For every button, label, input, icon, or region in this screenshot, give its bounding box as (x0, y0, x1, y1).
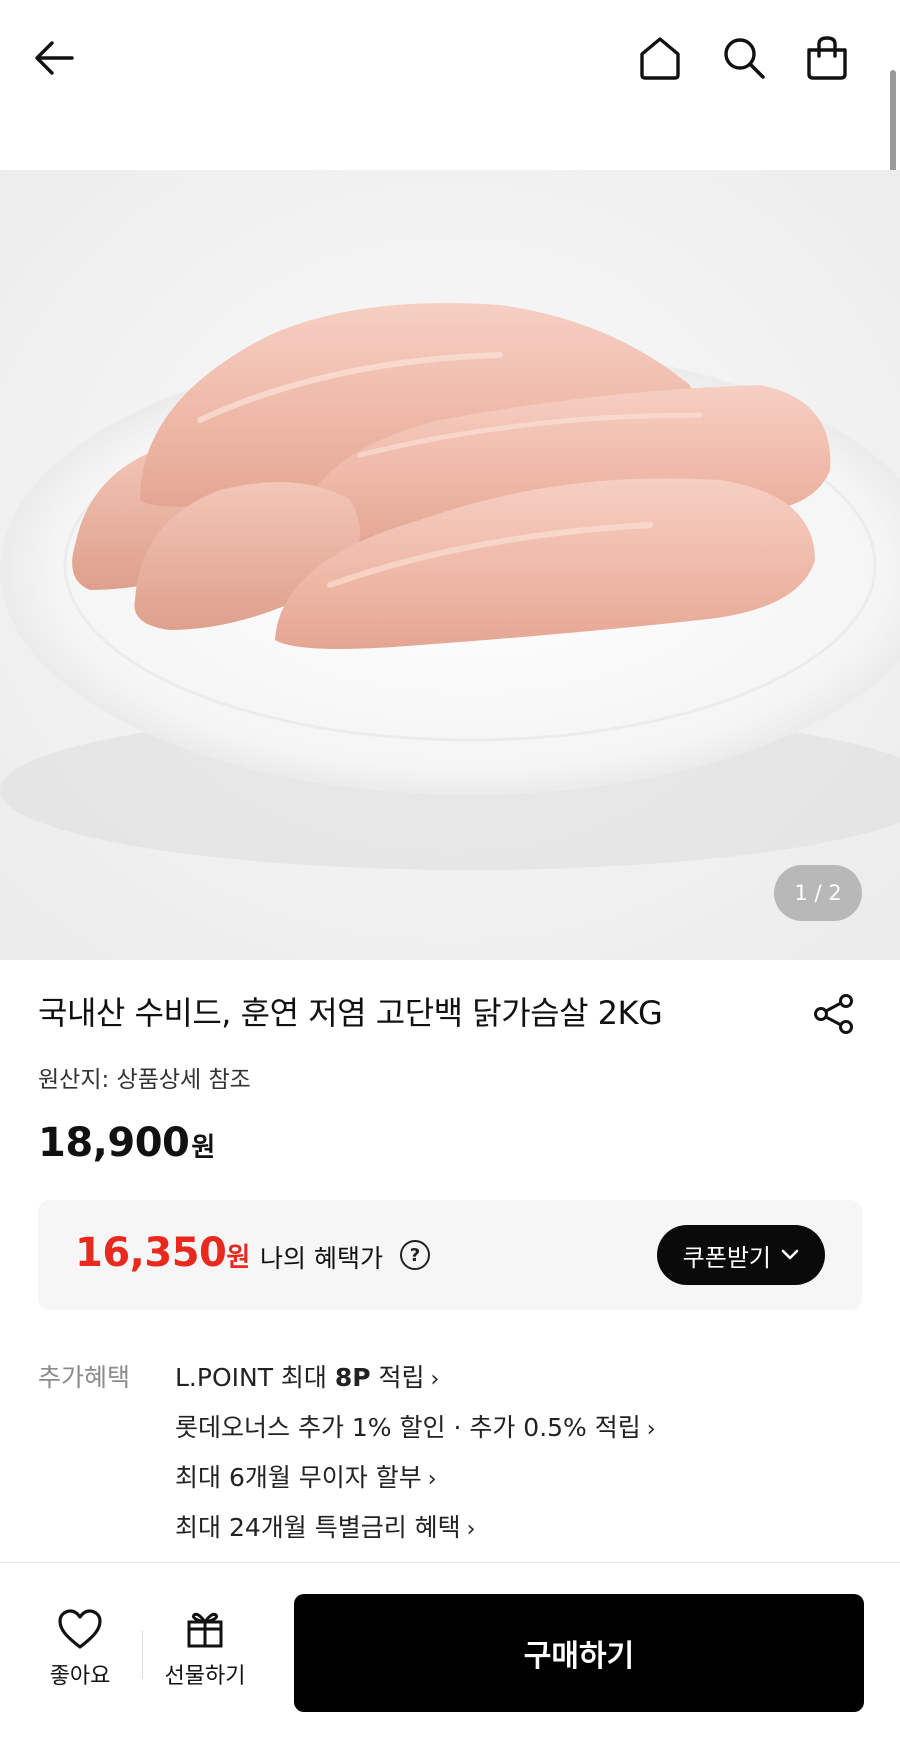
regular-price-value: 18,900 (38, 1120, 190, 1166)
bottom-action-bar: 좋아요 선물하기 구매하기 (0, 1562, 900, 1738)
gift-button[interactable]: 선물하기 (150, 1608, 260, 1690)
chicken-breast-on-plate (0, 170, 900, 960)
get-coupon-button[interactable]: 쿠폰받기 (656, 1225, 825, 1285)
regular-price: 18,900원 (38, 1120, 215, 1166)
gift-icon (187, 1612, 223, 1648)
chevron-down-icon (781, 1249, 799, 1260)
buy-button[interactable]: 구매하기 (294, 1594, 864, 1712)
product-title: 국내산 수비드, 훈연 저염 고단백 닭가슴살 2KG (38, 994, 663, 1032)
top-app-bar (0, 0, 900, 120)
chevron-right-icon: › (466, 1517, 476, 1542)
search-icon[interactable] (720, 30, 768, 86)
benefit-item-special-rate[interactable]: 최대 24개월 특별금리 혜택 › (175, 1508, 656, 1558)
help-icon[interactable]: ? (400, 1240, 430, 1270)
benefit-price-label: 나의 혜택가 (260, 1244, 383, 1273)
gift-label: 선물하기 (164, 1664, 246, 1689)
like-button[interactable]: 좋아요 (30, 1608, 130, 1690)
home-icon[interactable] (636, 30, 684, 86)
additional-benefits-list: L.POINT 최대 8P 적립 › 롯데오너스 추가 1% 할인 · 추가 0.… (175, 1358, 656, 1558)
origin-info: 원산지: 상품상세 참조 (38, 1067, 251, 1093)
benefit-price: 16,350원 (75, 1230, 250, 1276)
heart-icon (58, 1609, 102, 1649)
get-coupon-label: 쿠폰받기 (682, 1243, 771, 1272)
benefit-item-lotte-owners[interactable]: 롯데오너스 추가 1% 할인 · 추가 0.5% 적립 › (175, 1408, 656, 1458)
chevron-right-icon: › (430, 1367, 440, 1392)
benefit-price-unit: 원 (226, 1243, 250, 1273)
share-icon[interactable] (812, 992, 856, 1036)
divider (142, 1631, 143, 1679)
chevron-right-icon: › (646, 1417, 656, 1442)
additional-benefits-label: 추가혜택 (38, 1363, 131, 1392)
like-label: 좋아요 (49, 1664, 111, 1689)
chevron-right-icon: › (427, 1467, 437, 1492)
benefit-price-value: 16,350 (75, 1230, 227, 1276)
benefit-price-box: 16,350원 나의 혜택가 ? 쿠폰받기 (38, 1200, 862, 1310)
benefit-item-interest-free[interactable]: 최대 6개월 무이자 할부 › (175, 1458, 656, 1508)
product-image-gallery[interactable]: 1 / 2 (0, 170, 900, 960)
arrow-left-icon[interactable] (30, 30, 78, 86)
benefit-item-lpoint[interactable]: L.POINT 최대 8P 적립 › (175, 1358, 656, 1408)
shopping-bag-icon[interactable] (803, 30, 851, 86)
regular-price-unit: 원 (191, 1133, 215, 1163)
image-page-counter: 1 / 2 (774, 865, 862, 921)
